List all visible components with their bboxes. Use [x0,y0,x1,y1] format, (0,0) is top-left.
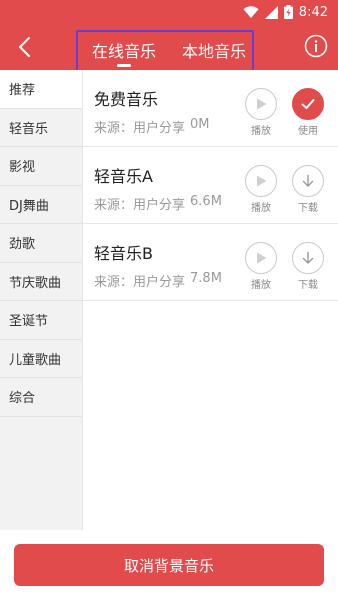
play-icon [257,175,267,187]
sidebar-item-christmas[interactable]: 圣诞节 [0,301,82,340]
file-size: 0M [190,117,210,132]
bottom-bar: 取消背景音乐 [0,530,338,600]
sidebar-item-children[interactable]: 儿童歌曲 [0,340,82,378]
sidebar-item-recommend[interactable]: 推荐 [0,70,82,109]
play-icon [257,98,267,110]
download-button[interactable] [292,242,324,274]
list-item[interactable]: 免费音乐 来源：用户分享 0M 播放 使用 [83,70,338,147]
use-button[interactable] [292,88,324,120]
category-sidebar: 推荐 轻音乐 影视 DJ舞曲 劲歌 节庆歌曲 圣诞节 儿童歌曲 综合 [0,70,83,530]
download-button[interactable] [292,165,324,197]
tab-group: 在线音乐 本地音乐 [76,30,254,74]
header-bar: 在线音乐 本地音乐 [0,24,338,74]
sidebar-item-light-music[interactable]: 轻音乐 [0,109,82,147]
file-size: 6.6M [190,194,222,209]
info-icon [304,34,328,58]
music-title: 轻音乐B [94,244,153,263]
play-label: 播放 [251,126,271,137]
tab-local-music[interactable]: 本地音乐 [182,38,246,62]
music-source: 来源：用户分享 0M [94,117,210,136]
list-item[interactable]: 轻音乐B 来源：用户分享 7.8M 播放 下载 [83,224,338,301]
battery-icon [283,5,293,19]
cancel-background-music-button[interactable]: 取消背景音乐 [14,544,324,586]
download-icon [302,251,314,264]
file-size: 7.8M [190,271,222,286]
download-label: 下载 [298,203,318,214]
status-bar: 8:42 [0,0,338,24]
check-icon [301,99,315,109]
play-button[interactable] [245,242,277,274]
play-label: 播放 [251,280,271,291]
play-icon [257,252,267,264]
sidebar-item-hits[interactable]: 劲歌 [0,224,82,263]
sidebar-item-film-tv[interactable]: 影视 [0,147,82,186]
music-source: 来源：用户分享 7.8M [94,271,222,290]
chevron-left-icon [19,37,30,57]
sidebar-item-festival[interactable]: 节庆歌曲 [0,263,82,301]
use-label: 使用 [298,126,318,137]
download-icon [302,174,314,187]
signal-icon [264,5,278,19]
info-button[interactable] [304,34,328,58]
status-icons: 8:42 [243,3,328,21]
music-source: 来源：用户分享 6.6M [94,194,222,213]
source-label: 来源：用户分享 [94,275,186,290]
download-label: 下载 [298,280,318,291]
tab-online-music[interactable]: 在线音乐 [92,38,156,62]
source-label: 来源：用户分享 [94,198,186,213]
back-button[interactable] [10,33,38,61]
wifi-icon [243,5,259,18]
active-tab-indicator [117,64,131,67]
music-list: 免费音乐 来源：用户分享 0M 播放 使用 轻音乐A 来源：用户分享 6.6M [83,70,338,530]
list-item[interactable]: 轻音乐A 来源：用户分享 6.6M 播放 下载 [83,147,338,224]
play-button[interactable] [245,165,277,197]
music-title: 免费音乐 [94,90,159,109]
play-button[interactable] [245,88,277,120]
status-time: 8:42 [298,4,328,20]
sidebar-item-dj-dance[interactable]: DJ舞曲 [0,186,82,224]
sidebar-item-general[interactable]: 综合 [0,378,82,417]
play-label: 播放 [251,203,271,214]
source-label: 来源：用户分享 [94,121,186,136]
music-title: 轻音乐A [94,167,153,186]
